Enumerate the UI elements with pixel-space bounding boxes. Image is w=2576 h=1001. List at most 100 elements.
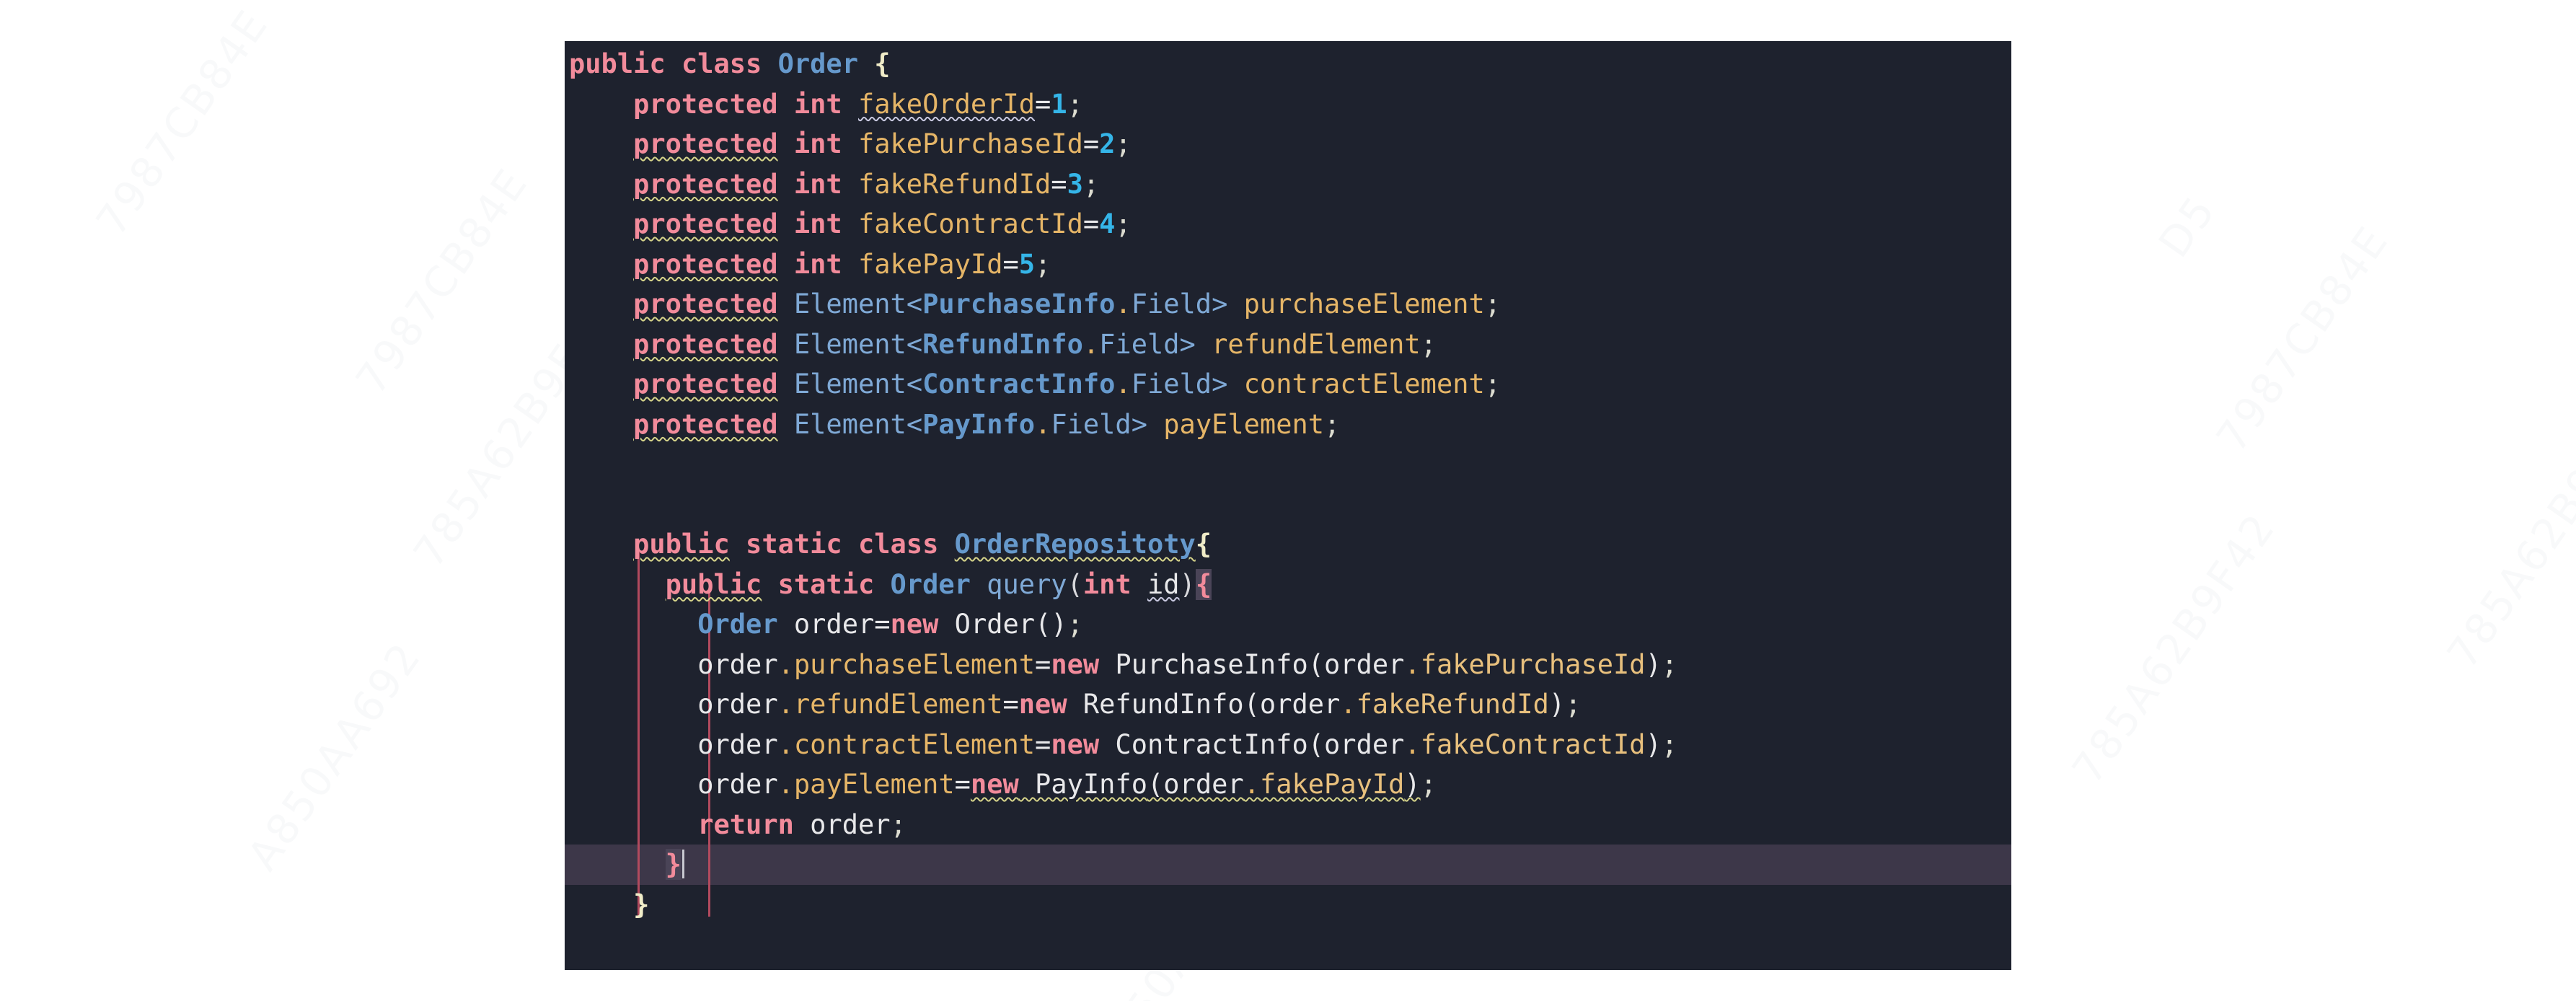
code-token: ; [1420, 769, 1437, 800]
code-token: fakePurchaseId [1420, 648, 1646, 680]
code-line[interactable]: public static Order query(int id){ [565, 565, 2011, 605]
code-line[interactable]: return order; [565, 805, 2011, 845]
code-token: < [906, 408, 923, 440]
code-token: purchaseElement [1243, 288, 1485, 319]
code-line[interactable]: order.purchaseElement=new PurchaseInfo(o… [565, 645, 2011, 685]
code-line[interactable]: } [565, 885, 2011, 925]
code-token: ; [1035, 248, 1051, 280]
code-line[interactable]: protected Element<PayInfo.Field> payElem… [565, 405, 2011, 445]
code-line[interactable] [565, 485, 2011, 525]
code-token: ; [1420, 328, 1437, 360]
code-line[interactable]: protected Element<RefundInfo.Field> refu… [565, 325, 2011, 365]
code-token: ( [1243, 689, 1260, 720]
code-token: Field [1131, 288, 1212, 319]
code-token: new [970, 769, 1019, 800]
code-token: PayInfo [1035, 769, 1147, 800]
code-token: > [1179, 328, 1196, 360]
code-token: ) [1645, 648, 1662, 680]
code-token: fakePayId [857, 248, 1003, 280]
code-token: refundElement [1212, 328, 1421, 360]
code-token: order [1259, 689, 1341, 720]
code-token: id [1147, 568, 1180, 600]
code-line[interactable]: order.refundElement=new RefundInfo(order… [565, 684, 2011, 725]
code-token: < [906, 328, 923, 360]
code-line[interactable]: order.payElement=new PayInfo(order.fakeP… [565, 764, 2011, 805]
code-token: static [777, 568, 875, 600]
code-line[interactable]: protected int fakeOrderId=1; [565, 84, 2011, 125]
code-line[interactable]: order.contractElement=new ContractInfo(o… [565, 725, 2011, 765]
watermark-text: 7987CB84E [346, 159, 538, 404]
code-token: query [987, 568, 1067, 600]
code-line[interactable]: protected int fakePayId=5; [565, 244, 2011, 285]
code-token: fakeRefundId [1356, 689, 1549, 720]
code-line[interactable]: protected Element<PurchaseInfo.Field> pu… [565, 284, 2011, 325]
code-token: int [793, 248, 842, 280]
code-line[interactable]: } [565, 845, 2011, 885]
code-token: new [1018, 689, 1067, 720]
code-token: order [793, 609, 875, 640]
code-token: order [1324, 728, 1405, 760]
code-editor-pane[interactable]: public class Order { protected int fakeO… [565, 41, 2011, 970]
code-token: 5 [1018, 248, 1036, 280]
code-token: ) [1404, 769, 1421, 800]
code-line[interactable]: public static class OrderRepositoty{ [565, 524, 2011, 565]
code-token: 3 [1067, 168, 1083, 200]
code-line[interactable]: Order order=new Order(); [565, 604, 2011, 645]
code-token: order [697, 689, 778, 720]
code-token: = [1035, 728, 1051, 760]
code-line[interactable]: protected int fakeRefundId=3; [565, 164, 2011, 205]
code-line[interactable]: protected Element<ContractInfo.Field> co… [565, 364, 2011, 405]
code-line[interactable]: protected int fakeContractId=4; [565, 204, 2011, 244]
code-line[interactable] [565, 444, 2011, 485]
text-caret [682, 850, 684, 878]
code-token: int [793, 208, 842, 239]
code-token: order [697, 648, 778, 680]
code-token: . [777, 728, 794, 760]
code-line[interactable]: protected int fakePurchaseId=2; [565, 124, 2011, 164]
code-token: Order [890, 568, 971, 600]
code-token: OrderRepositoty [954, 529, 1196, 560]
code-token: . [1404, 728, 1421, 760]
code-token: ( [1307, 728, 1325, 760]
code-token: PurchaseInfo [1115, 648, 1308, 680]
code-token: . [777, 689, 794, 720]
code-token: protected [633, 408, 778, 440]
code-token: () [1035, 609, 1067, 640]
code-line[interactable]: public class Order { [565, 44, 2011, 84]
code-token: . [1243, 769, 1260, 800]
code-token: RefundInfo [922, 328, 1083, 360]
code-token: protected [633, 168, 778, 200]
code-token: < [906, 369, 923, 400]
code-token: int [793, 168, 842, 200]
code-token: order [697, 728, 778, 760]
code-token: public [665, 568, 762, 600]
code-text-area[interactable]: public class Order { protected int fakeO… [565, 41, 2011, 970]
code-token: PayInfo [922, 408, 1036, 440]
code-token: fakeContractId [1420, 728, 1646, 760]
code-token: Order [777, 48, 858, 79]
code-token: . [1115, 288, 1132, 319]
code-token: protected [633, 208, 778, 239]
code-token: new [890, 609, 939, 640]
code-token: = [1082, 208, 1100, 239]
